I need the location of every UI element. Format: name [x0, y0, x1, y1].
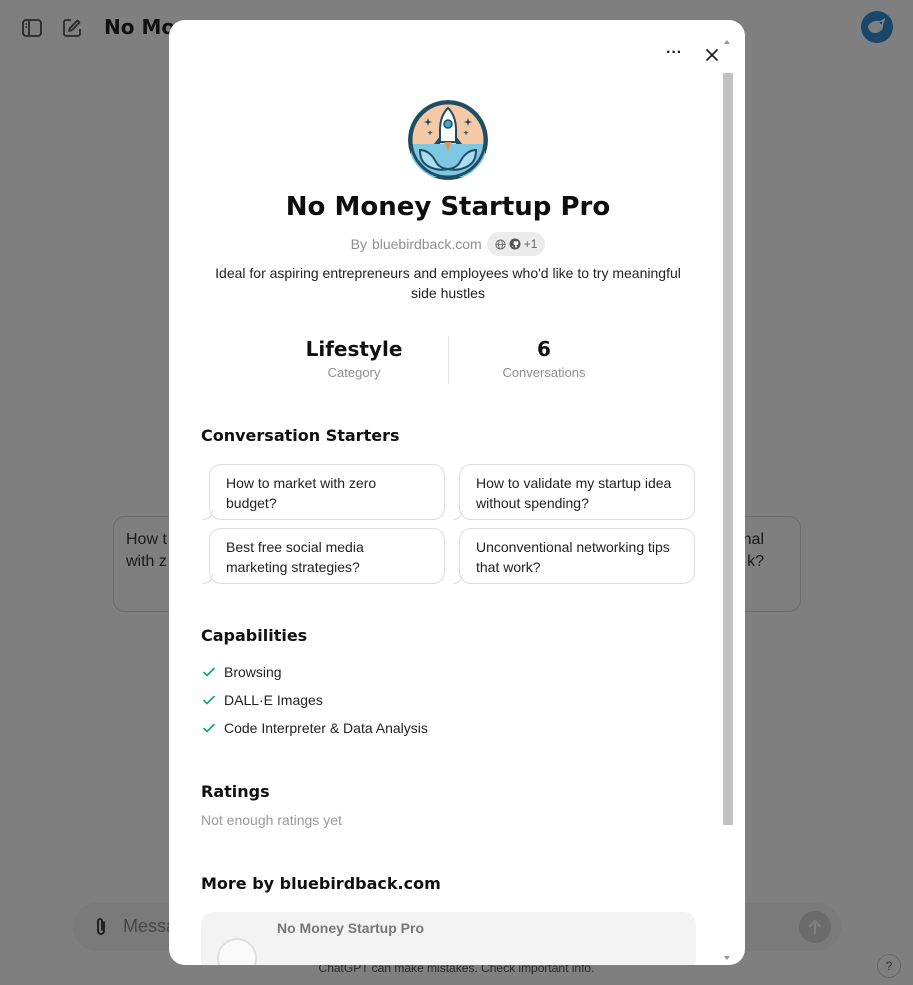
gpt-logo [408, 100, 488, 180]
more-by-heading: More by bluebirdback.com [201, 874, 441, 893]
conversation-starters-heading: Conversation Starters [201, 426, 400, 445]
stat-conversations-value: 6 [537, 337, 551, 361]
bubble-tail [203, 574, 213, 584]
conversation-starter-text: How to market with zero budget? [226, 475, 377, 511]
modal-scrollbar[interactable] [720, 40, 735, 962]
stats-divider [448, 336, 449, 384]
stat-conversations-label: Conversations [502, 365, 586, 380]
author-name[interactable]: bluebirdback.com [372, 236, 482, 252]
bubble-tail [453, 574, 463, 584]
scroll-down-icon[interactable] [724, 956, 730, 960]
more-by-gpt-name: No Money Startup Pro [277, 920, 425, 936]
conversation-starter[interactable]: Best free social media marketing strateg… [203, 528, 445, 584]
close-icon[interactable] [702, 45, 722, 65]
conversation-starter[interactable]: Unconventional networking tips that work… [453, 528, 695, 584]
globe-icon [495, 238, 506, 250]
by-prefix: By [350, 236, 367, 252]
more-by-gpt-card[interactable]: No Money Startup Pro [201, 912, 696, 965]
stat-category-label: Category [327, 365, 381, 380]
stat-category: Lifestyle Category [259, 336, 449, 384]
check-icon [203, 667, 215, 677]
capability-item: Browsing [201, 658, 428, 686]
capability-label: DALL·E Images [224, 692, 323, 708]
links-extra-count: +1 [523, 237, 538, 251]
ratings-empty-text: Not enough ratings yet [201, 812, 342, 828]
scrollbar-thumb[interactable] [723, 73, 733, 825]
more-options-button[interactable]: ··· [663, 44, 685, 66]
capability-label: Code Interpreter & Data Analysis [224, 720, 428, 736]
author-line: By bluebirdback.com +1 [169, 232, 727, 256]
conversation-starter-text: Best free social media marketing strateg… [226, 539, 364, 575]
capabilities-list: Browsing DALL·E Images Code Interpreter … [201, 658, 428, 742]
conversation-starter-text: How to validate my startup idea without … [476, 475, 672, 511]
github-icon [509, 238, 521, 250]
conversation-starter-text: Unconventional networking tips that work… [476, 539, 670, 575]
capability-item: Code Interpreter & Data Analysis [201, 714, 428, 742]
gpt-details-dialog: ··· No Money Startup Pro By bluebirdback… [169, 20, 745, 965]
ratings-heading: Ratings [201, 782, 270, 801]
check-icon [203, 695, 215, 705]
capability-item: DALL·E Images [201, 686, 428, 714]
scroll-up-icon[interactable] [724, 40, 730, 44]
conversation-starter[interactable]: How to market with zero budget? [203, 464, 445, 520]
bubble-tail [453, 510, 463, 520]
stat-category-value: Lifestyle [305, 337, 403, 361]
capability-label: Browsing [224, 664, 282, 680]
author-links-pill[interactable]: +1 [486, 232, 546, 256]
stats-row: Lifestyle Category 6 Conversations [259, 336, 639, 384]
conversation-starter[interactable]: How to validate my startup idea without … [453, 464, 695, 520]
check-icon [203, 723, 215, 733]
gpt-description: Ideal for aspiring entrepreneurs and emp… [215, 265, 681, 301]
capabilities-heading: Capabilities [201, 626, 308, 645]
gpt-name: No Money Startup Pro [285, 192, 611, 222]
stat-conversations: 6 Conversations [449, 336, 639, 384]
more-by-gpt-logo [217, 938, 257, 965]
bubble-tail [203, 510, 213, 520]
